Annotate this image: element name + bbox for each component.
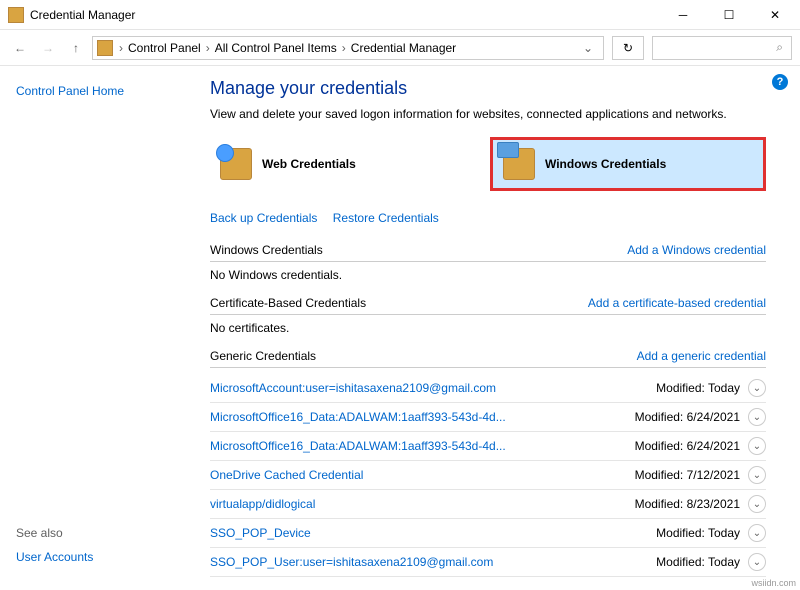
generic-credentials-section: Generic Credentials Add a generic creden… bbox=[210, 349, 766, 577]
tab-label: Web Credentials bbox=[262, 157, 356, 171]
titlebar: Credential Manager ─ ☐ ✕ bbox=[0, 0, 800, 30]
restore-credentials-link[interactable]: Restore Credentials bbox=[333, 211, 439, 225]
windows-credentials-tab[interactable]: Windows Credentials bbox=[490, 137, 766, 191]
watermark: wsiidn.com bbox=[751, 578, 796, 588]
control-panel-home-link[interactable]: Control Panel Home bbox=[16, 84, 184, 98]
chevron-right-icon: › bbox=[204, 41, 212, 55]
credential-row[interactable]: MicrosoftOffice16_Data:ADALWAM:1aaff393-… bbox=[210, 403, 766, 432]
expand-icon[interactable]: ⌄ bbox=[748, 379, 766, 397]
credential-row[interactable]: SSO_POP_User:user=ishitasaxena2109@gmail… bbox=[210, 548, 766, 577]
credential-name[interactable]: OneDrive Cached Credential bbox=[210, 468, 635, 482]
page-heading: Manage your credentials bbox=[210, 78, 766, 99]
refresh-button[interactable]: ↻ bbox=[612, 36, 644, 60]
sidebar: Control Panel Home See also User Account… bbox=[0, 66, 200, 590]
empty-message: No certificates. bbox=[210, 321, 766, 335]
credential-name[interactable]: MicrosoftOffice16_Data:ADALWAM:1aaff393-… bbox=[210, 410, 635, 424]
chevron-down-icon[interactable]: ⌄ bbox=[577, 41, 599, 55]
credential-name[interactable]: virtualapp/didlogical bbox=[210, 497, 635, 511]
credential-row[interactable]: MicrosoftOffice16_Data:ADALWAM:1aaff393-… bbox=[210, 432, 766, 461]
breadcrumb-item[interactable]: All Control Panel Items bbox=[212, 41, 340, 55]
modified-date: Modified: 6/24/2021 bbox=[635, 410, 740, 424]
credential-row[interactable]: OneDrive Cached CredentialModified: 7/12… bbox=[210, 461, 766, 490]
section-title: Certificate-Based Credentials bbox=[210, 296, 366, 310]
certificate-credentials-section: Certificate-Based Credentials Add a cert… bbox=[210, 296, 766, 335]
section-title: Windows Credentials bbox=[210, 243, 323, 257]
windows-credentials-icon bbox=[503, 148, 535, 180]
backup-credentials-link[interactable]: Back up Credentials bbox=[210, 211, 317, 225]
modified-date: Modified: 7/12/2021 bbox=[635, 468, 740, 482]
window-title: Credential Manager bbox=[30, 8, 660, 22]
chevron-right-icon: › bbox=[340, 41, 348, 55]
modified-date: Modified: Today bbox=[656, 381, 740, 395]
expand-icon[interactable]: ⌄ bbox=[748, 553, 766, 571]
credential-row[interactable]: SSO_POP_DeviceModified: Today ⌄ bbox=[210, 519, 766, 548]
empty-message: No Windows credentials. bbox=[210, 268, 766, 282]
app-icon bbox=[8, 7, 24, 23]
modified-date: Modified: 6/24/2021 bbox=[635, 439, 740, 453]
chevron-right-icon: › bbox=[117, 41, 125, 55]
add-generic-credential-link[interactable]: Add a generic credential bbox=[637, 349, 766, 363]
credential-row[interactable]: MicrosoftAccount:user=ishitasaxena2109@g… bbox=[210, 374, 766, 403]
back-button[interactable]: ← bbox=[8, 36, 32, 60]
user-accounts-link[interactable]: User Accounts bbox=[16, 550, 184, 564]
web-credentials-icon bbox=[220, 148, 252, 180]
modified-date: Modified: 8/23/2021 bbox=[635, 497, 740, 511]
folder-icon bbox=[97, 40, 113, 56]
add-certificate-credential-link[interactable]: Add a certificate-based credential bbox=[588, 296, 766, 310]
forward-button[interactable]: → bbox=[36, 36, 60, 60]
see-also-label: See also bbox=[16, 526, 184, 540]
expand-icon[interactable]: ⌄ bbox=[748, 437, 766, 455]
breadcrumb-item[interactable]: Credential Manager bbox=[348, 41, 459, 55]
maximize-button[interactable]: ☐ bbox=[706, 0, 752, 30]
web-credentials-tab[interactable]: Web Credentials bbox=[210, 137, 480, 191]
modified-date: Modified: Today bbox=[656, 555, 740, 569]
close-button[interactable]: ✕ bbox=[752, 0, 798, 30]
tab-label: Windows Credentials bbox=[545, 157, 666, 171]
page-description: View and delete your saved logon informa… bbox=[210, 107, 766, 121]
expand-icon[interactable]: ⌄ bbox=[748, 495, 766, 513]
expand-icon[interactable]: ⌄ bbox=[748, 466, 766, 484]
credential-name[interactable]: MicrosoftAccount:user=ishitasaxena2109@g… bbox=[210, 381, 656, 395]
search-icon: ⌕ bbox=[776, 40, 783, 55]
minimize-button[interactable]: ─ bbox=[660, 0, 706, 30]
add-windows-credential-link[interactable]: Add a Windows credential bbox=[627, 243, 766, 257]
credential-name[interactable]: SSO_POP_Device bbox=[210, 526, 656, 540]
credential-tabs: Web Credentials Windows Credentials bbox=[210, 137, 766, 191]
action-links: Back up Credentials Restore Credentials bbox=[210, 211, 766, 225]
help-icon[interactable]: ? bbox=[772, 74, 788, 90]
address-bar[interactable]: › Control Panel › All Control Panel Item… bbox=[92, 36, 604, 60]
windows-credentials-section: Windows Credentials Add a Windows creden… bbox=[210, 243, 766, 282]
main-content: Manage your credentials View and delete … bbox=[200, 66, 800, 590]
section-title: Generic Credentials bbox=[210, 349, 316, 363]
expand-icon[interactable]: ⌄ bbox=[748, 524, 766, 542]
search-input[interactable]: ⌕ bbox=[652, 36, 792, 60]
navbar: ← → ↑ › Control Panel › All Control Pane… bbox=[0, 30, 800, 66]
content-body: Control Panel Home See also User Account… bbox=[0, 66, 800, 590]
breadcrumb-item[interactable]: Control Panel bbox=[125, 41, 204, 55]
up-button[interactable]: ↑ bbox=[64, 36, 88, 60]
modified-date: Modified: Today bbox=[656, 526, 740, 540]
credential-name[interactable]: SSO_POP_User:user=ishitasaxena2109@gmail… bbox=[210, 555, 656, 569]
expand-icon[interactable]: ⌄ bbox=[748, 408, 766, 426]
credential-row[interactable]: virtualapp/didlogicalModified: 8/23/2021… bbox=[210, 490, 766, 519]
credential-name[interactable]: MicrosoftOffice16_Data:ADALWAM:1aaff393-… bbox=[210, 439, 635, 453]
